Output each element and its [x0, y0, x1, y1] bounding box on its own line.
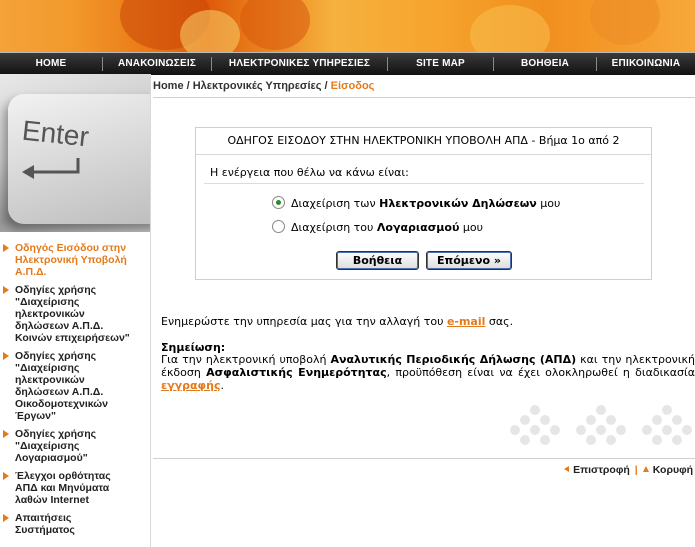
bullet-triangle-icon: [3, 286, 9, 294]
back-label: Επιστροφή: [573, 464, 630, 476]
enter-arrow-icon: [22, 158, 80, 179]
radio-electronic-declarations[interactable]: Διαχείριση των Ηλεκτρονικών Δηλώσεων μου: [272, 196, 560, 210]
wizard-title: ΟΔΗΓΟΣ ΕΙΣΟΔΟΥ ΣΤΗΝ ΗΛΕΚΤΡΟΝΙΚΗ ΥΠΟΒΟΛΗ …: [196, 128, 651, 155]
breadcrumb-separator: /: [321, 80, 331, 92]
radio-account[interactable]: Διαχείριση του Λογαριασμού μου: [272, 220, 483, 234]
option-text-post: μου: [459, 221, 483, 234]
sidebar-item-system-requirements[interactable]: Απαιτήσεις Συστήματος: [0, 512, 148, 536]
bullet-triangle-icon: [3, 514, 9, 522]
sidebar-item-label: Οδηγός Εισόδου στην Ηλεκτρονική Υποβολή …: [15, 242, 127, 278]
top-link[interactable]: Κορυφή: [642, 464, 693, 476]
note-text: , προϋπόθεση είναι να έχει ολοκληρωθεί η…: [386, 366, 695, 379]
breadcrumb-services[interactable]: Ηλεκτρονικές Υπηρεσίες: [193, 80, 322, 92]
option-text-pre: Διαχείριση του: [291, 221, 377, 234]
left-column: Enter Οδηγός Εισόδου στην Ηλεκτρονική Υπ…: [0, 74, 151, 547]
sidebar-item-common-enterprises[interactable]: Οδηγίες χρήσης "Διαχείρισης ηλεκτρονικών…: [0, 284, 148, 344]
bullet-triangle-icon: [3, 472, 9, 480]
wizard-prompt: Η ενέργεια που θέλω να κάνω είναι:: [210, 166, 409, 179]
divider: [153, 97, 695, 98]
nav-electronic-services[interactable]: ΗΛΕΚΤΡΟΝΙΚΕΣ ΥΠΗΡΕΣΙΕΣ: [212, 53, 387, 75]
breadcrumb-current: Είσοδος: [330, 80, 375, 92]
email-link[interactable]: e-mail: [447, 315, 485, 328]
back-arrow-icon: [564, 466, 570, 472]
top-label: Κορυφή: [652, 464, 693, 476]
sidebar-item-label: Οδηγίες χρήσης "Διαχείρισης Λογαριασμού": [15, 428, 97, 464]
decorative-dots-icon: [576, 405, 626, 445]
note-text: .: [220, 379, 225, 392]
sidebar-item-entry-guide[interactable]: Οδηγός Εισόδου στην Ηλεκτρονική Υποβολή …: [0, 242, 148, 278]
sidebar-item-validation-checks[interactable]: Έλεγχοι ορθότητας ΑΠΔ και Μηνύματα λαθών…: [0, 470, 148, 506]
main-nav: HOME ΑΝΑΚΟΙΝΩΣΕΙΣ ΗΛΕΚΤΡΟΝΙΚΕΣ ΥΠΗΡΕΣΙΕΣ…: [0, 52, 695, 75]
note-text: Για την ηλεκτρονική υποβολή: [161, 353, 331, 366]
sidebar-item-label: Έλεγχοι ορθότητας ΑΠΔ και Μηνύματα λαθών…: [15, 470, 111, 506]
option-text-bold: Ηλεκτρονικών Δηλώσεων: [379, 197, 537, 210]
header-banner: [0, 0, 695, 52]
option-text-pre: Διαχείριση των: [291, 197, 380, 210]
nav-site-map[interactable]: SITE MAP: [388, 53, 493, 75]
next-button[interactable]: Επόμενο »: [426, 251, 512, 270]
email-msg-post: σας.: [485, 315, 514, 328]
radio-selected[interactable]: [272, 196, 285, 209]
email-msg-pre: Ενημερώστε την υπηρεσία μας για την αλλα…: [161, 315, 447, 328]
up-arrow-icon: [642, 466, 649, 472]
sidebar-item-label: Οδηγίες χρήσης "Διαχείρισης ηλεκτρονικών…: [15, 350, 109, 422]
nav-home[interactable]: HOME: [0, 53, 102, 75]
note-bold: Ασφαλιστικής Ενημερότητας: [206, 366, 387, 379]
sidebar-item-construction-works[interactable]: Οδηγίες χρήσης "Διαχείρισης ηλεκτρονικών…: [0, 350, 148, 422]
divider: [204, 183, 644, 184]
option-text-bold: Λογαριασμού: [376, 221, 460, 234]
help-button[interactable]: Βοήθεια: [336, 251, 419, 270]
sidebar-item-label: Οδηγίες χρήσης "Διαχείρισης ηλεκτρονικών…: [15, 284, 130, 344]
breadcrumb-home[interactable]: Home: [153, 80, 184, 92]
breadcrumb: Home / Ηλεκτρονικές Υπηρεσίες / Είσοδος: [153, 80, 374, 92]
decorative-dots-icon: [510, 405, 560, 445]
divider: [153, 458, 695, 459]
sidebar-nav: Οδηγός Εισόδου στην Ηλεκτρονική Υποβολή …: [0, 242, 148, 542]
nav-help[interactable]: ΒΟΗΘΕΙΑ: [494, 53, 596, 75]
bullet-triangle-icon: [3, 430, 9, 438]
entry-wizard-box: ΟΔΗΓΟΣ ΕΙΣΟΔΟΥ ΣΤΗΝ ΗΛΕΚΤΡΟΝΙΚΗ ΥΠΟΒΟΛΗ …: [195, 127, 652, 280]
sidebar-item-account-management[interactable]: Οδηγίες χρήσης "Διαχείρισης Λογαριασμού": [0, 428, 148, 464]
nav-contact[interactable]: ΕΠΙΚΟΙΝΩΝΙΑ: [597, 53, 695, 75]
note-bold: Αναλυτικής Περιοδικής Δήλωσης (ΑΠΔ): [330, 353, 577, 366]
email-update-message: Ενημερώστε την υπηρεσία μας για την αλλα…: [161, 315, 513, 328]
footer-separator: |: [634, 464, 638, 476]
sidebar-item-label: Απαιτήσεις Συστήματος: [15, 512, 75, 536]
note-body: Για την ηλεκτρονική υποβολή Αναλυτικής Π…: [161, 353, 695, 392]
decorative-dots-icon: [642, 405, 692, 445]
enter-key-label: Enter: [20, 114, 91, 153]
bullet-triangle-icon: [3, 352, 9, 360]
option-text-post: μου: [536, 197, 561, 210]
radio-unselected[interactable]: [272, 220, 285, 233]
nav-announcements[interactable]: ΑΝΑΚΟΙΝΩΣΕΙΣ: [103, 53, 211, 75]
breadcrumb-separator: /: [183, 80, 193, 92]
back-link[interactable]: Επιστροφή: [564, 464, 630, 476]
footer-links: Επιστροφή | Κορυφή: [564, 464, 693, 476]
bullet-triangle-icon: [3, 244, 9, 252]
registration-link[interactable]: εγγραφής: [161, 379, 221, 392]
enter-key-image: Enter: [0, 74, 150, 232]
